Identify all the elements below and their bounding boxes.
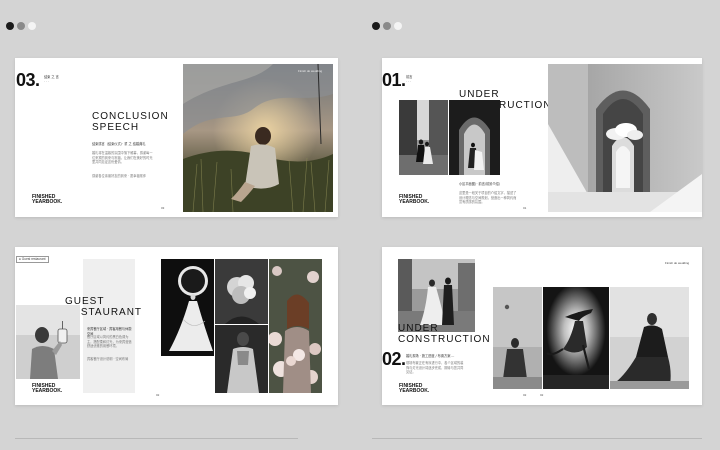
body-text: 现场布置正在有序进行中，各个区域的装饰与灯光设计将逐步完成，期待与您共同见证。: [406, 361, 464, 375]
brand-logo: FINISHED YEARBOOK.: [32, 194, 63, 206]
brand-line-2: YEARBOOK.: [32, 199, 63, 206]
page-title: UNDER CONSTRUCTION: [398, 323, 491, 345]
window-dots-right: [372, 22, 402, 30]
footnote: 感谢各位亲朋好友的到来 · 愿幸福常伴: [92, 174, 147, 178]
photo-woman-blossoms: [269, 259, 322, 393]
footnote: 宾客餐厅设计说明 · 空间布局: [87, 357, 129, 361]
window-dots-left: [6, 22, 36, 30]
title-line-1: CONCLUSION: [92, 111, 169, 122]
dot-gray: [383, 22, 391, 30]
brand-logo: FINISHED YEARBOOK.: [32, 383, 63, 395]
page-title: CONCLUSION SPEECH: [92, 111, 169, 133]
photo-woman-field: [183, 64, 333, 212]
spread-conclusion-speech[interactable]: 03. 结束 之 言 · · · CONCLUSION SPEECH 结束感言（…: [15, 58, 338, 217]
scrollbar-right[interactable]: [372, 438, 702, 439]
photo-dancer-light: [543, 287, 609, 389]
brand-logo: FINISHED YEARBOOK.: [399, 383, 430, 395]
page-number: 02: [523, 393, 527, 397]
brand-line-2: YEARBOOK.: [399, 388, 430, 395]
photo-flowers-face: [215, 259, 268, 324]
body-text: 餐厅区域以简约的黑白色调为主，搭配柔和灯光，为来宾营造舒适优雅的用餐环境。: [87, 335, 132, 349]
brand-line-2: YEARBOOK.: [32, 388, 63, 395]
subhead: 婚礼现场 · 施工进度 / 布置方案 ...: [406, 354, 455, 358]
section-number: 02.: [382, 349, 406, 369]
title-line-1: UNDER: [398, 323, 439, 334]
corner-tag: Finish do wedding: [665, 261, 690, 265]
spread-guest-restaurant[interactable]: ● Guest restaurant GUEST RESTAURANT 来宾餐厅…: [15, 247, 338, 405]
gray-panel: [83, 259, 135, 393]
page-number: 01: [523, 206, 527, 210]
body-text: 婚礼将在温馨的氛围中落下帷幕，感谢每一位来宾的到来与祝福，让我们在美好的时光里共…: [92, 151, 153, 165]
spread-under-construction-02[interactable]: Finish do wedding UNDER CONSTRUCTION 02.…: [382, 247, 702, 405]
photo-bride-back: [215, 325, 268, 393]
subhead: 小区平面图）· 前言/前景介绍）: [459, 182, 502, 186]
section-label: 结束 之 言: [44, 75, 59, 79]
section-label-sub: · · ·: [44, 80, 50, 84]
title-line-1: UNDER: [459, 89, 500, 100]
body-text: 这里是一段关于项目的介绍文字，描述了设计理念与空间规划，营造出一种简约而富有质感…: [459, 191, 517, 205]
section-tag: ● Guest restaurant: [16, 256, 49, 263]
dot-light: [394, 22, 402, 30]
photo-woman-lantern: [16, 305, 80, 379]
section-number: 03.: [16, 70, 40, 90]
dot-gray: [17, 22, 25, 30]
photo-bride-moon: [161, 259, 214, 356]
section-label: 前言: [406, 75, 413, 79]
photo-man-sitting: [493, 287, 542, 389]
spread-under-construction-01[interactable]: 01. 前言 · · · UNDER CONSTRUCTION 小区平面图）·: [382, 58, 702, 217]
photo-couple-walking: [398, 259, 475, 332]
scrollbar-left[interactable]: [15, 438, 298, 439]
section-label-sub: · · ·: [406, 80, 412, 84]
photo-arch-cloud: [548, 64, 702, 212]
corner-tag: Finish do wedding: [298, 69, 323, 73]
page-number: 02: [156, 393, 160, 397]
page-number: 03: [161, 206, 165, 210]
photo-woman-dress: [610, 287, 689, 389]
title-line-2: SPEECH: [92, 121, 140, 133]
section-number: 01.: [382, 70, 406, 90]
dot-dark: [6, 22, 14, 30]
brand-logo: FINISHED YEARBOOK.: [399, 194, 430, 206]
title-line-2: CONSTRUCTION: [398, 333, 491, 345]
subhead: 结束感言（结束仪式）· 重 之 结婚典礼: [92, 142, 146, 146]
page-number-right: 02: [540, 393, 544, 397]
photo-arch-couple: [449, 100, 500, 175]
dot-dark: [372, 22, 380, 30]
photo-couple-street: [399, 100, 448, 175]
dot-light: [28, 22, 36, 30]
brand-line-2: YEARBOOK.: [399, 199, 430, 206]
